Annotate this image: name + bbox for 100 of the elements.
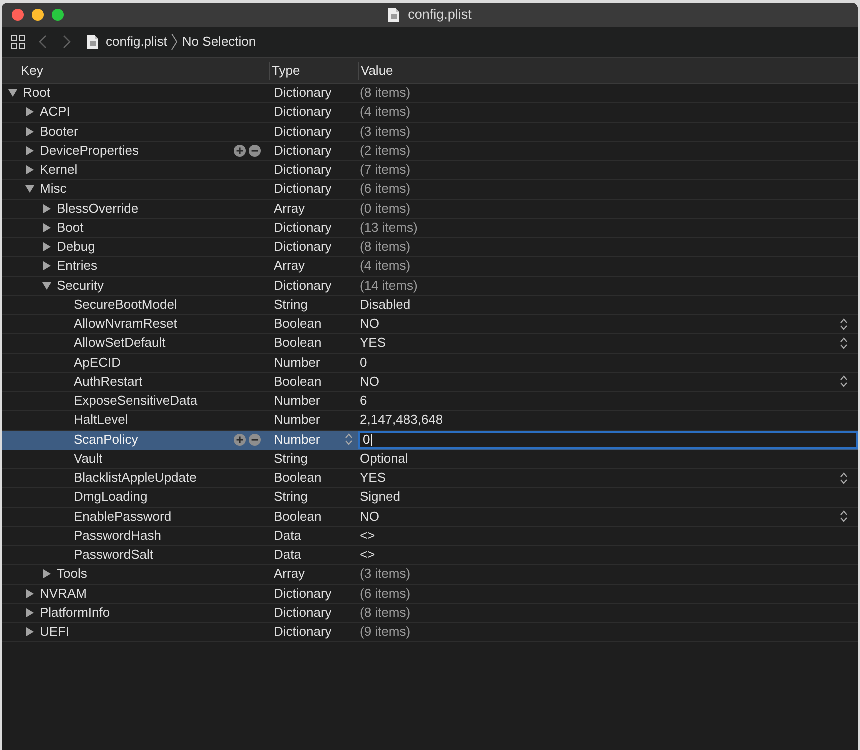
type-text: Number <box>274 354 320 371</box>
disclosure-triangle-icon[interactable] <box>42 204 52 214</box>
stepper-icon[interactable] <box>840 375 848 388</box>
value-text: (6 items) <box>360 586 411 602</box>
disclosure-triangle-icon[interactable] <box>25 107 35 118</box>
breadcrumb-link[interactable]: config.plist <box>106 34 168 50</box>
tree-row[interactable]: Tools Array (3 items) <box>2 565 858 584</box>
column-header[interactable]: Key <box>2 62 269 80</box>
type-text: Number <box>274 412 320 428</box>
disclosure-triangle-icon[interactable] <box>25 126 35 137</box>
tree-row[interactable]: BlacklistAppleUpdate Boolean YES <box>2 469 858 488</box>
type-text: String <box>274 450 308 467</box>
value-text: (13 items) <box>360 220 418 236</box>
tree-row[interactable]: Vault String Optional <box>2 450 858 469</box>
tree-row[interactable]: PlatformInfo Dictionary (8 items) <box>2 604 858 623</box>
tree-row[interactable]: BlessOverride Array (0 items) <box>2 200 858 219</box>
tree-row[interactable]: AllowSetDefault Boolean YES <box>2 334 858 354</box>
key-text: DeviceProperties <box>40 142 139 159</box>
stepper-icon[interactable] <box>840 318 848 331</box>
breadcrumb-link[interactable]: No Selection <box>182 34 256 50</box>
key-text: Booter <box>40 124 78 140</box>
add-icon[interactable] <box>234 434 246 446</box>
type-text: Dictionary <box>274 104 332 120</box>
add-icon[interactable] <box>234 144 246 157</box>
column-header[interactable]: Type <box>269 62 358 80</box>
disclosure-triangle-icon[interactable] <box>42 569 52 580</box>
key-text: PasswordSalt <box>74 547 154 564</box>
value-text: (6 items) <box>360 181 411 198</box>
tree-row[interactable]: PasswordSalt Data <> <box>2 546 858 566</box>
tree-row[interactable]: Misc Dictionary (6 items) <box>2 180 858 200</box>
disclosure-triangle-icon[interactable] <box>42 261 52 272</box>
value-text: (8 items) <box>360 85 411 102</box>
disclosure-triangle-icon[interactable] <box>8 88 18 98</box>
tree-row[interactable]: SecureBootModel String Disabled <box>2 296 858 315</box>
tree-row[interactable]: Root Dictionary (8 items) <box>2 84 858 104</box>
key-text: AllowSetDefault <box>74 335 166 352</box>
tree-row[interactable]: UEFI Dictionary (9 items) <box>2 623 858 642</box>
tree-row[interactable]: Kernel Dictionary (7 items) <box>2 161 858 180</box>
grid-icon[interactable] <box>10 34 26 50</box>
value-text: (8 items) <box>360 604 411 621</box>
tree-row[interactable]: Booter Dictionary (3 items) <box>2 122 858 142</box>
value-input-field[interactable]: 0 <box>358 430 858 449</box>
type-text: Boolean <box>274 508 322 525</box>
stepper-icon[interactable] <box>840 472 848 485</box>
tree-row[interactable]: PasswordHash Data <> <box>2 526 858 546</box>
value-text: YES <box>360 470 386 486</box>
value-text: 0 <box>360 354 368 371</box>
disclosure-triangle-icon[interactable] <box>42 242 52 252</box>
disclosure-triangle-icon[interactable] <box>25 165 35 176</box>
key-text: ExposeSensitiveData <box>74 393 198 410</box>
minimize-button[interactable] <box>32 9 44 21</box>
type-text: Dictionary <box>274 586 332 602</box>
key-text: Kernel <box>40 162 78 178</box>
value-text: NO <box>360 374 380 390</box>
disclosure-triangle-icon[interactable] <box>25 146 35 156</box>
type-text: Dictionary <box>274 85 332 102</box>
stepper-icon[interactable] <box>840 336 848 350</box>
tree-row[interactable]: Entries Array (4 items) <box>2 257 858 276</box>
tree-row[interactable]: Debug Dictionary (8 items) <box>2 238 858 258</box>
disclosure-triangle-icon[interactable] <box>25 184 35 194</box>
type-text: Dictionary <box>274 278 332 294</box>
tree-row[interactable]: ExposeSensitiveData Number 6 <box>2 392 858 412</box>
type-text: Number <box>274 432 320 448</box>
type-text: Data <box>274 547 302 564</box>
tree-row[interactable]: DmgLoading String Signed <box>2 488 858 508</box>
disclosure-triangle-icon[interactable] <box>25 627 35 638</box>
tree-row[interactable]: ApECID Number 0 <box>2 354 858 373</box>
disclosure-triangle-icon[interactable] <box>25 588 35 599</box>
tree-row[interactable]: AllowNvramReset Boolean NO <box>2 315 858 334</box>
key-text: ACPI <box>40 104 70 120</box>
value-text: 2,147,483,648 <box>360 412 444 428</box>
stepper-icon[interactable] <box>840 510 848 524</box>
key-text: EnablePassword <box>74 508 172 525</box>
tree-row[interactable]: NVRAM Dictionary (6 items) <box>2 584 858 604</box>
close-button[interactable] <box>12 9 24 21</box>
type-text: Number <box>274 393 320 410</box>
zoom-button[interactable] <box>52 9 64 21</box>
tree-row[interactable]: AuthRestart Boolean NO <box>2 372 858 392</box>
remove-icon[interactable] <box>249 144 261 157</box>
disclosure-triangle-icon[interactable] <box>42 222 52 233</box>
value-text: (4 items) <box>360 258 411 274</box>
value-text: (3 items) <box>360 566 411 582</box>
key-text: BlessOverride <box>57 200 139 217</box>
key-text: Entries <box>57 258 98 274</box>
tree-row[interactable]: DeviceProperties Dictionary (2 items) <box>2 142 858 161</box>
column-header[interactable]: Value <box>358 62 858 80</box>
tree-row[interactable]: ScanPolicy Number 0 <box>2 430 858 450</box>
value-text: NO <box>360 316 380 332</box>
tree-row[interactable]: ACPI Dictionary (4 items) <box>2 103 858 122</box>
disclosure-triangle-icon[interactable] <box>42 280 52 291</box>
tree-row[interactable]: Security Dictionary (14 items) <box>2 276 858 296</box>
key-text: SecureBootModel <box>74 296 178 313</box>
window-title: config.plist <box>408 6 472 24</box>
type-text: Array <box>274 200 306 217</box>
tree-row[interactable]: Boot Dictionary (13 items) <box>2 218 858 238</box>
disclosure-triangle-icon[interactable] <box>25 608 35 618</box>
remove-icon[interactable] <box>249 434 261 446</box>
type-text: Boolean <box>274 335 322 352</box>
type-text: Boolean <box>274 470 322 486</box>
tree-row[interactable]: EnablePassword Boolean NO <box>2 508 858 527</box>
